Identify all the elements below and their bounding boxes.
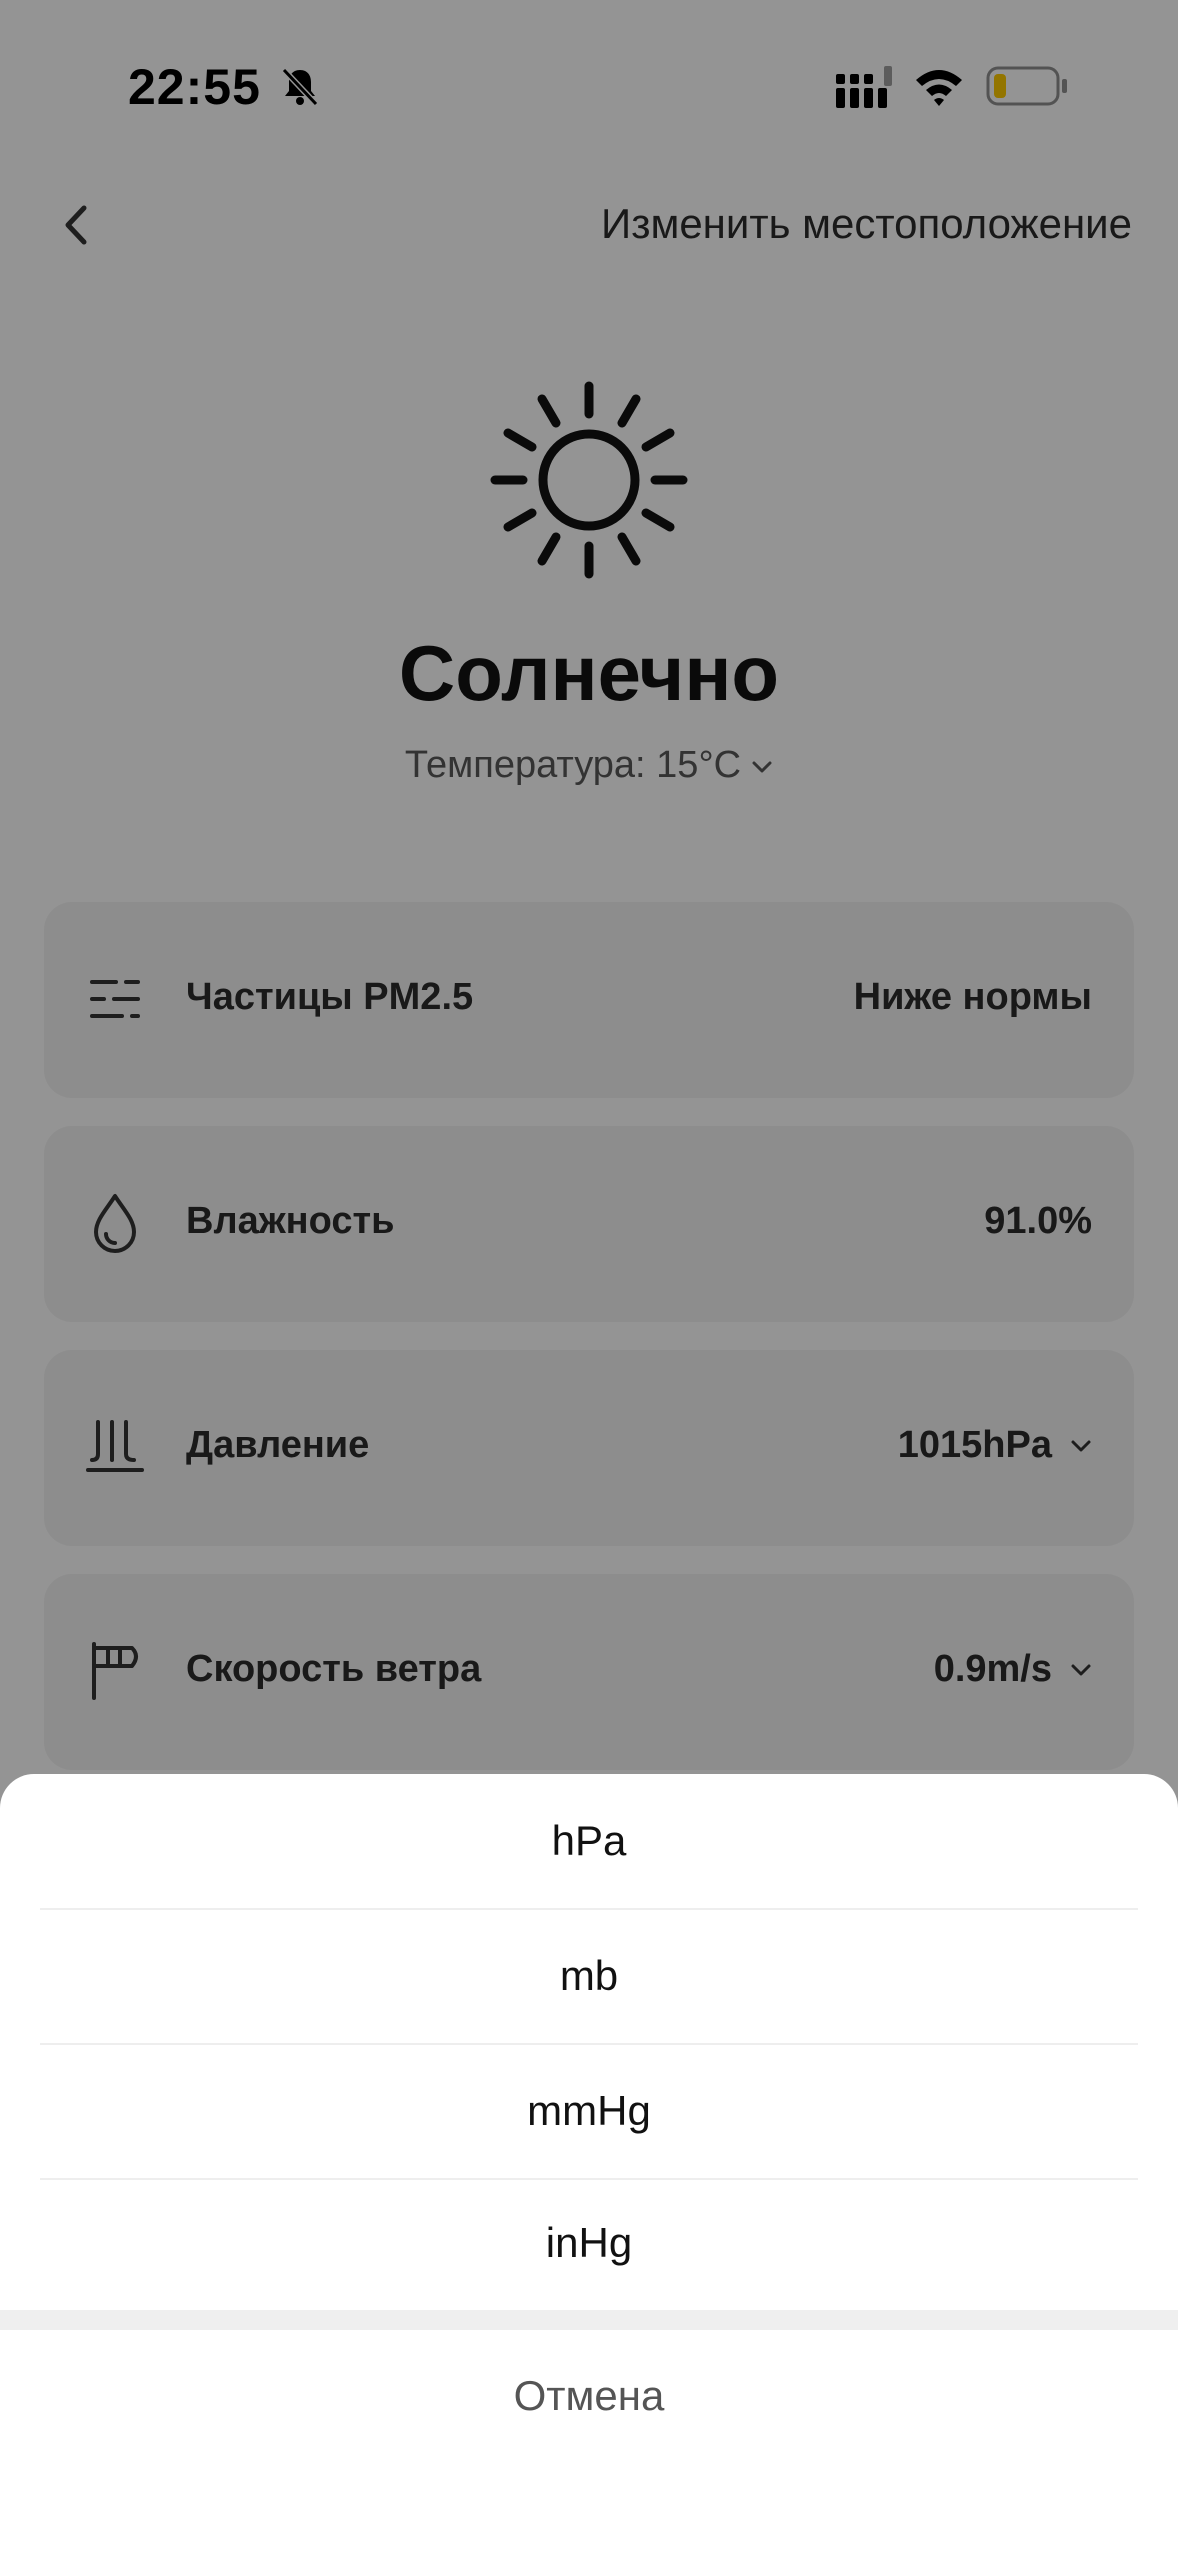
unit-option-hpa[interactable]: hPa — [0, 1774, 1178, 1908]
cancel-button[interactable]: Отмена — [0, 2330, 1178, 2462]
pressure-unit-sheet: hPa mb mmHg inHg Отмена — [0, 1774, 1178, 2560]
unit-option-inhg[interactable]: inHg — [0, 2176, 1178, 2310]
sheet-separator — [0, 2310, 1178, 2330]
unit-option-mb[interactable]: mb — [0, 1909, 1178, 2043]
unit-option-mmhg[interactable]: mmHg — [0, 2044, 1178, 2178]
